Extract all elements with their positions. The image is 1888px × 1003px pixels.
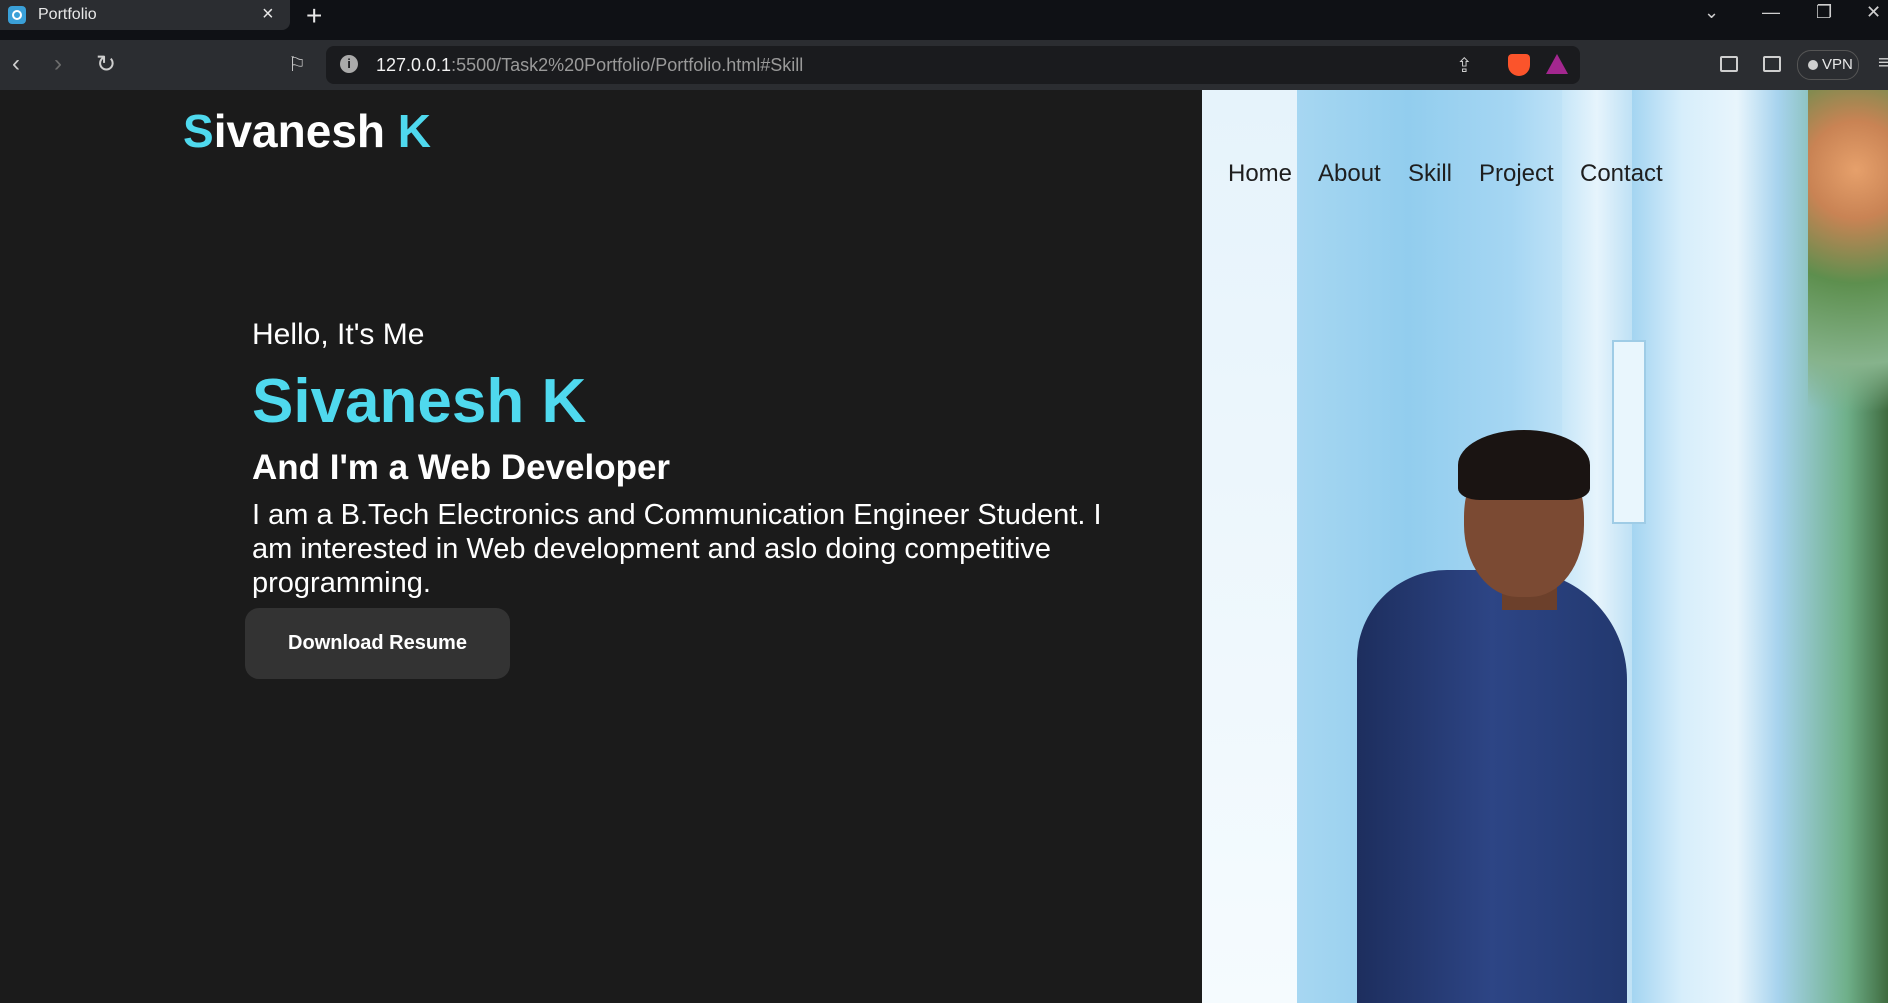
url-host: 127.0.0.1 — [376, 55, 452, 75]
hero-name: Sivanesh K — [252, 367, 587, 436]
url-text[interactable]: 127.0.0.1:5500/Task2%20Portfolio/Portfol… — [376, 55, 803, 76]
logo-last: K — [397, 105, 432, 157]
profile-photo — [1202, 90, 1888, 1003]
brave-rewards-icon[interactable] — [1546, 54, 1568, 74]
share-icon[interactable]: ⇪ — [1456, 53, 1473, 78]
site-logo[interactable]: Sivanesh K — [183, 104, 431, 158]
tab-search-chevron-icon[interactable]: ⌄ — [1704, 2, 1719, 23]
browser-toolbar: ‹ › ↻ ⚐ i 127.0.0.1:5500/Task2%20Portfol… — [0, 40, 1888, 90]
menu-icon[interactable]: ≡ — [1878, 52, 1888, 75]
nav-project[interactable]: Project — [1479, 160, 1554, 188]
person-body — [1357, 570, 1627, 1003]
nav-contact[interactable]: Contact — [1580, 160, 1663, 188]
minimize-icon[interactable]: — — [1762, 2, 1780, 23]
url-path: :5500/Task2%20Portfolio/Portfolio.html#S… — [451, 55, 804, 75]
reload-icon[interactable]: ↻ — [96, 50, 116, 79]
nav-home[interactable]: Home — [1228, 160, 1292, 188]
logo-first-letter: S — [183, 105, 214, 157]
restore-icon[interactable]: ❐ — [1816, 2, 1832, 23]
logo-middle: ivanesh — [213, 105, 398, 157]
tab-title: Portfolio — [38, 6, 97, 23]
new-tab-button[interactable]: + — [306, 0, 322, 32]
download-resume-button[interactable]: Download Resume — [245, 608, 510, 679]
sidebar-toggle-icon[interactable] — [1720, 56, 1738, 72]
wallet-icon[interactable] — [1763, 56, 1781, 72]
vpn-button[interactable]: VPN — [1797, 50, 1859, 80]
portfolio-page: Sivanesh K Home About Skill Project Cont… — [0, 90, 1888, 1003]
hero-greeting: Hello, It's Me — [252, 318, 425, 351]
hero-bio: I am a B.Tech Electronics and Communicat… — [252, 499, 1102, 599]
site-info-icon[interactable]: i — [340, 55, 358, 73]
bookmark-icon[interactable]: ⚐ — [288, 52, 306, 77]
browser-tab[interactable]: Portfolio × — [0, 0, 290, 30]
back-arrow-icon[interactable]: ‹ — [12, 50, 20, 78]
vpn-label: VPN — [1822, 56, 1853, 73]
browser-tab-bar: Portfolio × + ⌄ — ❐ ✕ — [0, 0, 1888, 40]
nav-skill[interactable]: Skill — [1408, 160, 1452, 188]
tab-close-icon[interactable]: × — [262, 3, 274, 26]
forward-arrow-icon[interactable]: › — [54, 50, 62, 78]
nav-about[interactable]: About — [1318, 160, 1381, 188]
brave-shields-icon[interactable] — [1508, 54, 1530, 76]
close-window-icon[interactable]: ✕ — [1866, 2, 1881, 23]
favicon-icon — [8, 6, 26, 24]
address-bar[interactable]: i 127.0.0.1:5500/Task2%20Portfolio/Portf… — [326, 46, 1580, 84]
hero-role: And I'm a Web Developer — [252, 448, 671, 487]
vpn-status-icon — [1808, 60, 1818, 70]
